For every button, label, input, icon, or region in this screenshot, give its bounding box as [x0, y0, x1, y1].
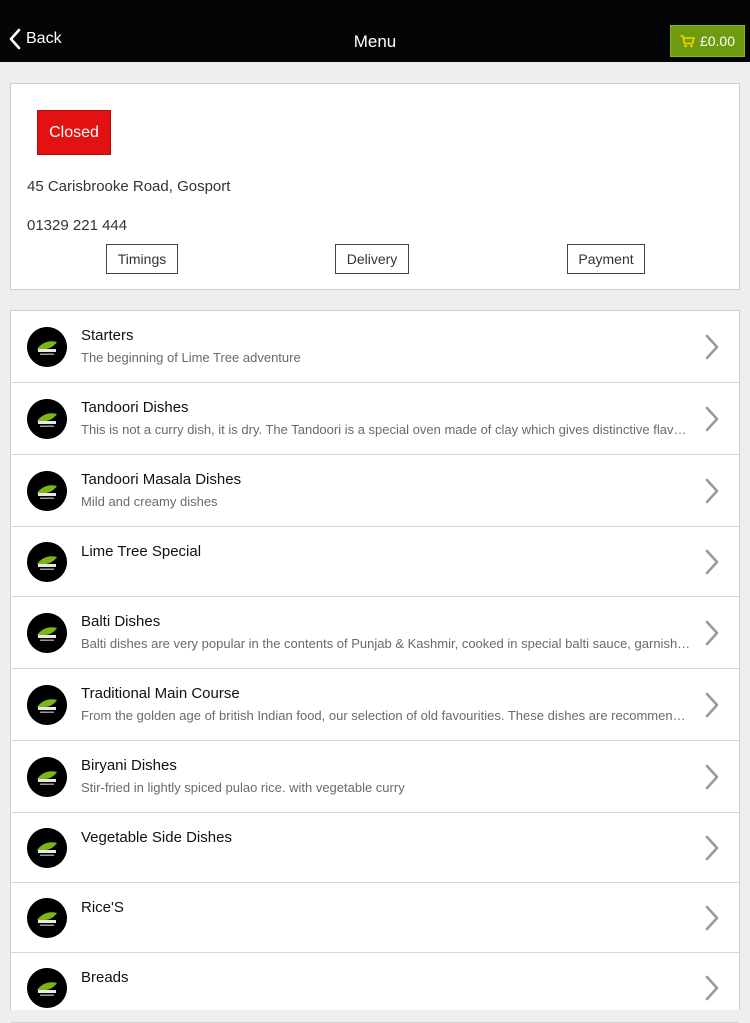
chevron-right-icon — [704, 835, 720, 861]
category-row[interactable]: Traditional Main Course From the golden a… — [11, 669, 739, 741]
category-title: Traditional Main Course — [81, 685, 240, 702]
lime-tree-logo-icon — [27, 471, 67, 511]
chevron-right-icon — [704, 406, 720, 432]
category-description: The beginning of Lime Tree adventure — [81, 350, 301, 365]
category-title: Lime Tree Special — [81, 543, 202, 560]
lime-tree-logo-icon — [27, 968, 67, 1008]
lime-tree-logo-icon — [27, 542, 67, 582]
chevron-right-icon — [704, 620, 720, 646]
category-title: Tandoori Dishes — [81, 399, 189, 416]
restaurant-address: 45 Carisbrooke Road, Gosport — [27, 178, 231, 195]
restaurant-info-card: Closed 45 Carisbrooke Road, Gosport 0132… — [10, 83, 740, 290]
cart-total: £0.00 — [699, 33, 736, 49]
payment-button[interactable]: Payment — [567, 244, 645, 274]
chevron-right-icon — [704, 764, 720, 790]
chevron-right-icon — [704, 478, 720, 504]
category-title: Vegetable Side Dishes — [81, 829, 232, 846]
nav-bar: Back Menu £0.00 — [0, 0, 750, 62]
category-description: From the golden age of british Indian fo… — [81, 708, 691, 723]
category-row[interactable]: Starters The beginning of Lime Tree adven… — [11, 311, 739, 383]
lime-tree-logo-icon — [27, 399, 67, 439]
category-row[interactable]: Breads — [11, 953, 739, 1023]
category-description: Mild and creamy dishes — [81, 494, 218, 509]
chevron-right-icon — [704, 692, 720, 718]
category-row[interactable]: Rice'S — [11, 883, 739, 953]
lime-tree-logo-icon — [27, 613, 67, 653]
lime-tree-logo-icon — [27, 757, 67, 797]
category-row[interactable]: Vegetable Side Dishes — [11, 813, 739, 883]
page-title: Menu — [353, 32, 397, 51]
category-row[interactable]: Lime Tree Special — [11, 527, 739, 597]
category-description: Stir-fried in lightly spiced pulao rice.… — [81, 780, 405, 795]
category-title: Balti Dishes — [81, 613, 161, 630]
lime-tree-logo-icon — [27, 685, 67, 725]
category-row[interactable]: Balti Dishes Balti dishes are very popula… — [11, 597, 739, 669]
category-row[interactable]: Tandoori Masala Dishes Mild and creamy di… — [11, 455, 739, 527]
cart-button[interactable]: £0.00 — [670, 25, 745, 57]
status-badge: Closed — [37, 110, 111, 155]
lime-tree-logo-icon — [27, 327, 67, 367]
lime-tree-logo-icon — [27, 898, 67, 938]
category-title: Breads — [81, 969, 129, 986]
timings-button[interactable]: Timings — [106, 244, 178, 274]
category-description: Balti dishes are very popular in the con… — [81, 636, 691, 651]
cart-icon — [680, 34, 695, 47]
chevron-right-icon — [704, 334, 720, 360]
lime-tree-logo-icon — [27, 828, 67, 868]
restaurant-phone: 01329 221 444 — [27, 217, 128, 234]
chevron-right-icon — [704, 549, 720, 575]
chevron-right-icon — [704, 905, 720, 931]
category-title: Starters — [81, 327, 134, 344]
category-description: This is not a curry dish, it is dry. The… — [81, 422, 691, 437]
category-row[interactable]: Biryani Dishes Stir-fried in lightly spic… — [11, 741, 739, 813]
chevron-right-icon — [704, 975, 720, 1001]
category-list: Starters The beginning of Lime Tree adven… — [10, 310, 740, 1023]
category-title: Rice'S — [81, 899, 124, 916]
category-title: Biryani Dishes — [81, 757, 177, 774]
category-row[interactable]: Tandoori Dishes This is not a curry dish,… — [11, 383, 739, 455]
delivery-button[interactable]: Delivery — [335, 244, 409, 274]
category-title: Tandoori Masala Dishes — [81, 471, 242, 488]
